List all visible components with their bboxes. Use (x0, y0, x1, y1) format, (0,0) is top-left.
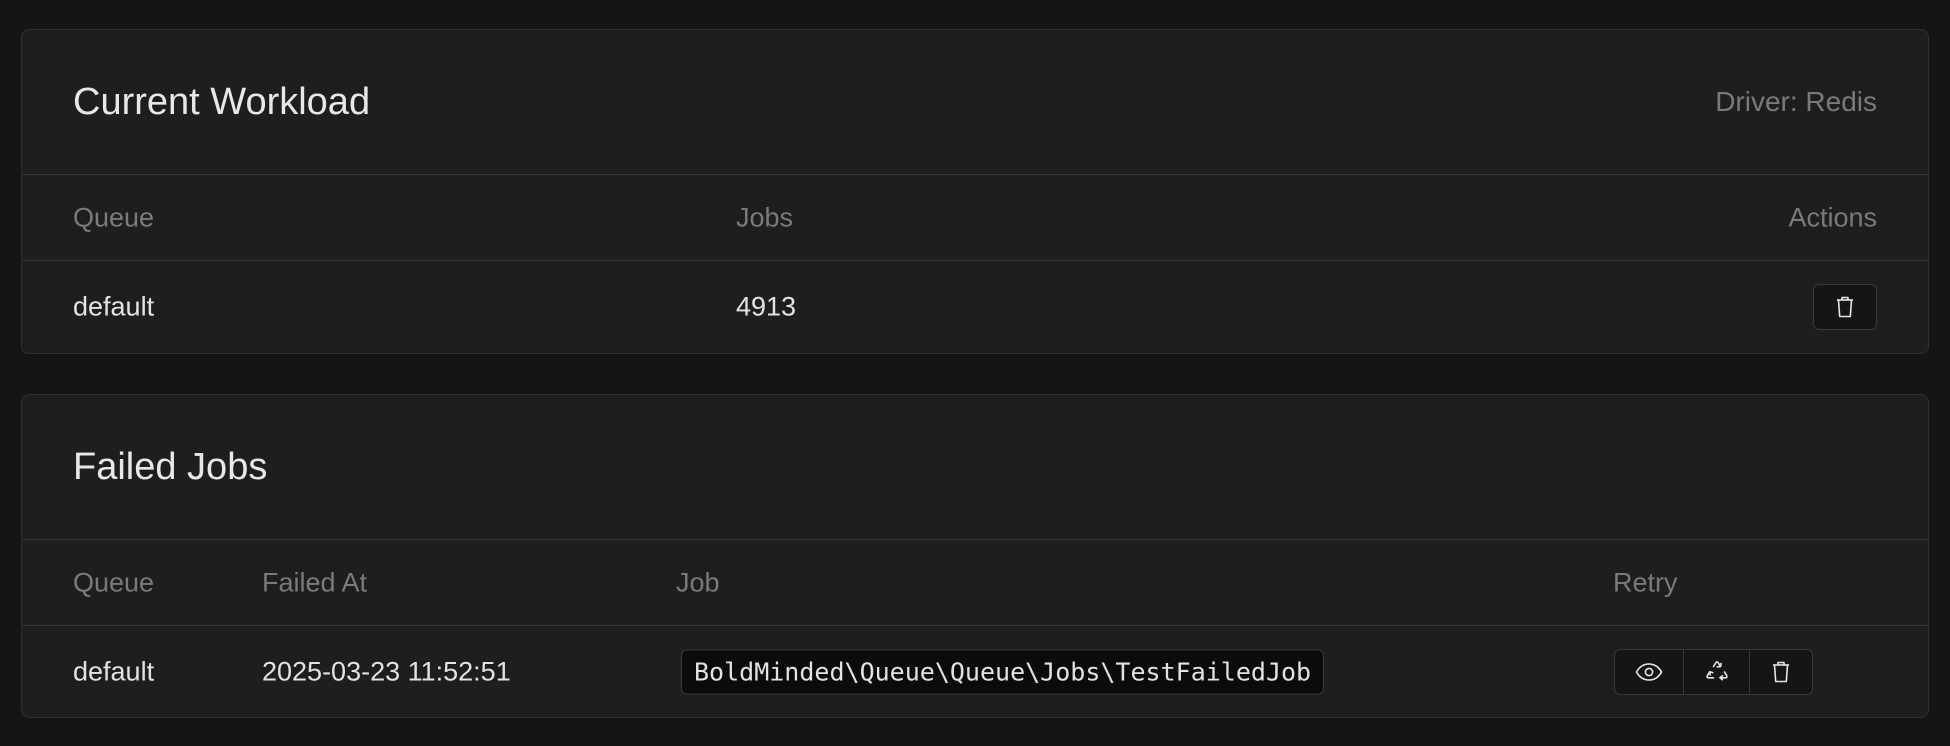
panel-title: Failed Jobs (73, 445, 268, 488)
job-count: 4913 (736, 291, 797, 322)
table-row: default 4913 (22, 261, 1928, 353)
delete-job-button[interactable] (1749, 649, 1813, 695)
retry-job-button[interactable] (1683, 649, 1750, 695)
column-header-job: Job (676, 567, 720, 597)
column-header-queue: Queue (73, 202, 155, 232)
table-row: default 2025-03-23 11:52:51 BoldMinded\Q… (22, 626, 1928, 717)
driver-label: Driver: Redis (1715, 86, 1877, 117)
failed-jobs-panel: Failed Jobs Queue Failed At Job Retry de… (21, 394, 1929, 718)
panel-header: Current Workload Driver: Redis (22, 30, 1928, 175)
queue-name: default (73, 656, 155, 687)
failed-at-timestamp: 2025-03-23 11:52:51 (262, 656, 511, 687)
trash-icon (1835, 295, 1855, 319)
column-header-failed-at: Failed At (262, 567, 368, 597)
column-header-retry: Retry (1613, 567, 1678, 597)
clear-queue-button[interactable] (1813, 284, 1877, 330)
recycle-icon (1704, 660, 1730, 684)
column-header-queue: Queue (73, 567, 155, 597)
job-class-name: BoldMinded\Queue\Queue\Jobs\TestFailedJo… (681, 649, 1325, 695)
column-header-actions: Actions (1788, 202, 1877, 232)
column-header-jobs: Jobs (736, 202, 794, 232)
failed-job-actions (1614, 649, 1813, 695)
queue-name: default (73, 291, 155, 322)
panel-header: Failed Jobs (22, 395, 1928, 540)
current-workload-panel: Current Workload Driver: Redis Queue Job… (21, 29, 1929, 354)
panel-title: Current Workload (73, 80, 371, 123)
table-header: Queue Jobs Actions (22, 175, 1928, 261)
trash-icon (1771, 660, 1791, 684)
eye-icon (1635, 662, 1663, 682)
table-header: Queue Failed At Job Retry (22, 540, 1928, 626)
view-job-button[interactable] (1614, 649, 1684, 695)
